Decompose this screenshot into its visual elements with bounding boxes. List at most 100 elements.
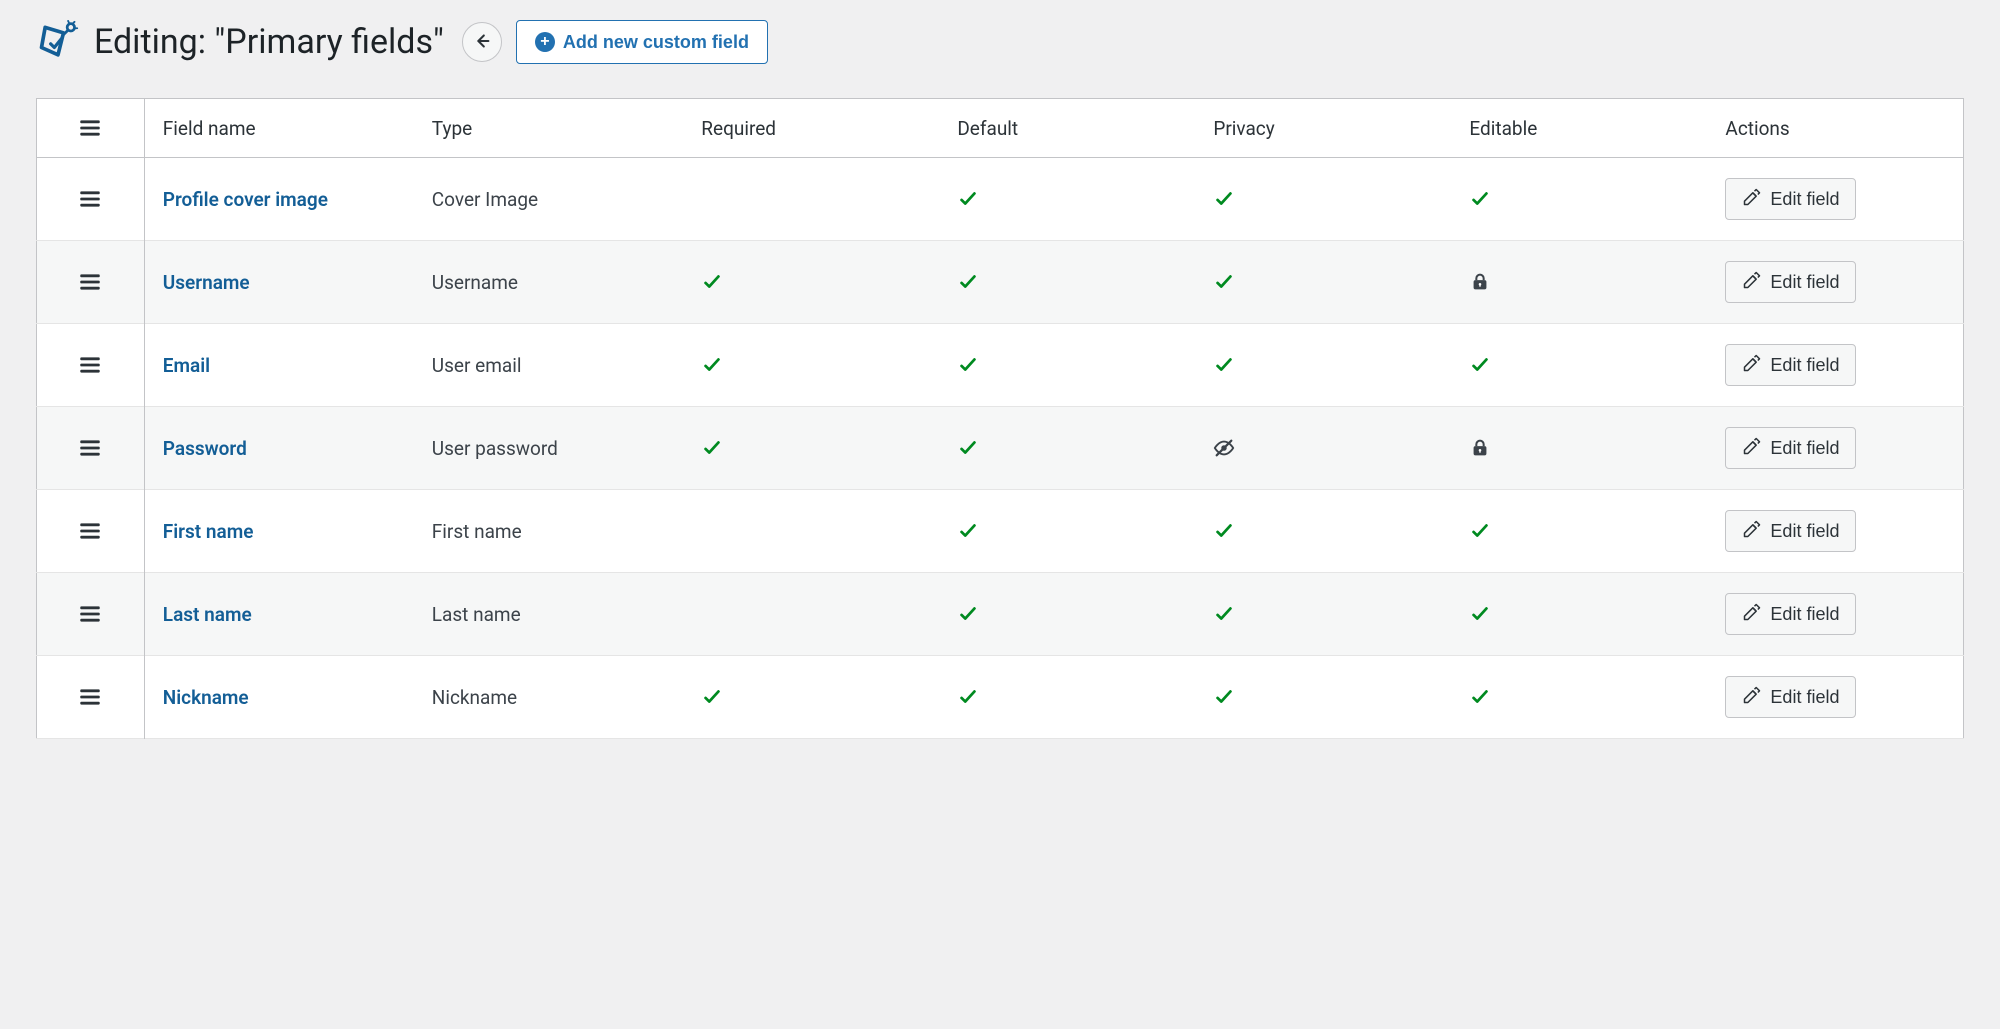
field-name-link[interactable]: Username <box>163 271 250 294</box>
table-row: First nameFirst nameEdit field <box>37 490 1964 573</box>
column-editable[interactable]: Editable <box>1451 99 1707 158</box>
field-name-link[interactable]: Profile cover image <box>163 188 328 211</box>
column-default[interactable]: Default <box>939 99 1195 158</box>
privacy-cell <box>1195 490 1451 573</box>
table-row: Username Username Edit field <box>37 241 1964 324</box>
field-type: User password <box>414 407 684 490</box>
check-icon <box>957 686 1177 708</box>
default-cell <box>939 324 1195 407</box>
app-logo-icon <box>36 20 80 64</box>
table-row: Profile cover imageCover ImageEdit field <box>37 158 1964 241</box>
default-cell <box>939 656 1195 739</box>
add-custom-field-label: Add new custom field <box>563 32 749 53</box>
edit-field-button[interactable]: Edit field <box>1725 593 1856 635</box>
field-name-link[interactable]: Password <box>163 437 247 460</box>
page-header: Editing: "Primary fields" + Add new cust… <box>36 20 1964 64</box>
table-row: Nickname Nickname Edit field <box>37 656 1964 739</box>
eye-off-icon <box>1213 437 1433 459</box>
edit-field-button[interactable]: Edit field <box>1725 261 1856 303</box>
required-cell <box>683 656 939 739</box>
pencil-icon <box>1742 685 1762 710</box>
drag-handle-cell[interactable] <box>37 241 145 324</box>
editable-cell <box>1451 324 1707 407</box>
required-cell <box>683 158 939 241</box>
check-icon <box>1213 188 1433 210</box>
lock-icon <box>1469 437 1689 459</box>
check-icon <box>701 354 921 376</box>
field-type: Last name <box>414 573 684 656</box>
check-icon <box>1213 354 1433 376</box>
check-icon <box>1469 603 1689 625</box>
check-icon <box>957 520 1177 542</box>
privacy-cell <box>1195 656 1451 739</box>
edit-field-button[interactable]: Edit field <box>1725 178 1856 220</box>
pencil-icon <box>1742 519 1762 544</box>
table-row: Password User password Edit field <box>37 407 1964 490</box>
check-icon <box>1213 603 1433 625</box>
privacy-cell <box>1195 573 1451 656</box>
add-custom-field-button[interactable]: + Add new custom field <box>516 20 768 64</box>
required-cell <box>683 573 939 656</box>
page-title: Editing: "Primary fields" <box>94 22 444 63</box>
drag-handle-cell[interactable] <box>37 490 145 573</box>
bars-icon <box>55 115 126 141</box>
edit-field-label: Edit field <box>1770 189 1839 210</box>
edit-field-label: Edit field <box>1770 521 1839 542</box>
check-icon <box>701 271 921 293</box>
table-header-row: Field name Type Required Default Privacy… <box>37 99 1964 158</box>
column-drag <box>37 99 145 158</box>
table-row: Email User email Edit field <box>37 324 1964 407</box>
required-cell <box>683 407 939 490</box>
pencil-icon <box>1742 270 1762 295</box>
edit-field-button[interactable]: Edit field <box>1725 427 1856 469</box>
required-cell <box>683 241 939 324</box>
editable-cell <box>1451 573 1707 656</box>
field-type: User email <box>414 324 684 407</box>
field-name-link[interactable]: Nickname <box>163 686 249 709</box>
check-icon <box>1469 188 1689 210</box>
edit-field-button[interactable]: Edit field <box>1725 510 1856 552</box>
pencil-icon <box>1742 602 1762 627</box>
check-icon <box>957 437 1177 459</box>
drag-handle-cell[interactable] <box>37 407 145 490</box>
required-cell <box>683 490 939 573</box>
field-type: Username <box>414 241 684 324</box>
check-icon <box>1213 520 1433 542</box>
field-type: Nickname <box>414 656 684 739</box>
plus-circle-icon: + <box>535 32 555 52</box>
check-icon <box>701 686 921 708</box>
drag-handle-cell[interactable] <box>37 656 145 739</box>
table-row: Last name Last name Edit field <box>37 573 1964 656</box>
fields-table: Field name Type Required Default Privacy… <box>36 98 1964 739</box>
drag-handle-cell[interactable] <box>37 324 145 407</box>
bars-icon <box>55 435 126 461</box>
check-icon <box>1469 686 1689 708</box>
check-icon <box>1213 271 1433 293</box>
check-icon <box>957 354 1177 376</box>
back-button[interactable] <box>462 22 502 62</box>
field-name-link[interactable]: Last name <box>163 603 252 626</box>
pencil-icon <box>1742 187 1762 212</box>
lock-icon <box>1469 271 1689 293</box>
default-cell <box>939 573 1195 656</box>
editable-cell <box>1451 407 1707 490</box>
required-cell <box>683 324 939 407</box>
editable-cell <box>1451 241 1707 324</box>
edit-field-button[interactable]: Edit field <box>1725 676 1856 718</box>
field-name-link[interactable]: Email <box>163 354 210 377</box>
privacy-cell <box>1195 324 1451 407</box>
edit-field-button[interactable]: Edit field <box>1725 344 1856 386</box>
default-cell <box>939 490 1195 573</box>
drag-handle-cell[interactable] <box>37 573 145 656</box>
editable-cell <box>1451 490 1707 573</box>
privacy-cell <box>1195 407 1451 490</box>
column-privacy[interactable]: Privacy <box>1195 99 1451 158</box>
field-name-link[interactable]: First name <box>163 520 254 543</box>
column-field-name[interactable]: Field name <box>144 99 414 158</box>
drag-handle-cell[interactable] <box>37 158 145 241</box>
column-required[interactable]: Required <box>683 99 939 158</box>
edit-field-label: Edit field <box>1770 687 1839 708</box>
bars-icon <box>55 352 126 378</box>
column-type[interactable]: Type <box>414 99 684 158</box>
edit-field-label: Edit field <box>1770 604 1839 625</box>
